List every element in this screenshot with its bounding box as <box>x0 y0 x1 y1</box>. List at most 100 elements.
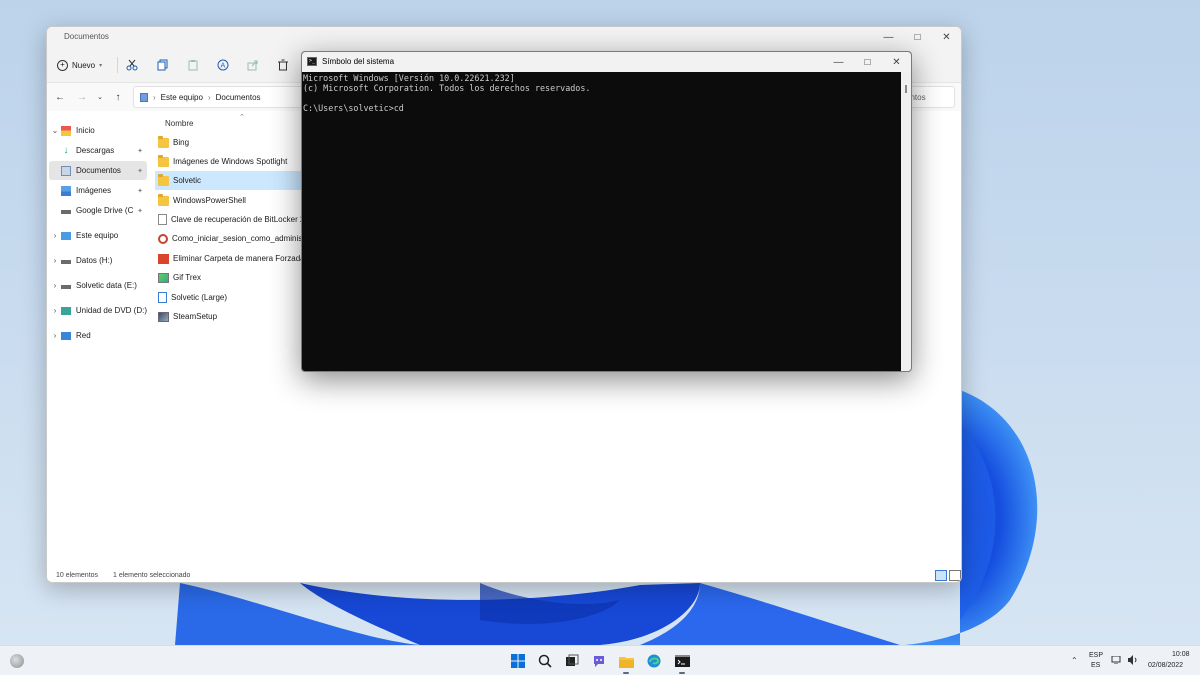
nav-item-este-equipo[interactable]: › Este equipo <box>49 226 147 245</box>
nav-label: Este equipo <box>76 231 119 240</box>
breadcrumb-separator: › <box>207 92 211 102</box>
pdf-file-icon <box>158 253 169 264</box>
nav-item-descargas[interactable]: ↓ Descargas ✦ <box>49 141 147 160</box>
nav-label: Documentos <box>76 166 121 175</box>
edge-icon[interactable] <box>645 652 663 670</box>
nav-item-documentos[interactable]: Documentos ✦ <box>49 161 147 180</box>
chevron-right-icon[interactable]: › <box>49 231 61 240</box>
file-name: WindowsPowerShell <box>173 196 246 205</box>
minimize-button[interactable]: — <box>824 52 853 72</box>
task-view-icon[interactable] <box>563 652 581 670</box>
file-name: Clave de recuperación de BitLocker 26A4 <box>171 215 319 224</box>
start-icon[interactable] <box>509 652 527 670</box>
language-indicator-top[interactable]: ESP <box>1089 652 1103 659</box>
up-arrow-icon[interactable]: ↑ <box>111 90 125 104</box>
nav-item-google-drive[interactable]: Google Drive (C ✦ <box>49 201 147 220</box>
status-selection: 1 elemento seleccionado <box>113 571 191 579</box>
column-header-nombre[interactable]: Nombre <box>165 119 193 128</box>
new-button-label: Nuevo <box>72 60 96 70</box>
chrome-file-icon <box>158 233 168 244</box>
navigation-pane: ⌄ Inicio ↓ Descargas ✦ Documentos ✦ Imág… <box>47 119 147 559</box>
nav-label: Inicio <box>76 126 95 135</box>
network-icon[interactable] <box>1111 655 1121 665</box>
tiles-view-icon[interactable] <box>949 570 961 581</box>
console-scrollbar[interactable] <box>901 72 911 371</box>
delete-icon[interactable] <box>275 57 291 73</box>
close-button[interactable]: ✕ <box>932 27 961 47</box>
nav-item-imagenes[interactable]: Imágenes ✦ <box>49 181 147 200</box>
nav-item-solvetic-data[interactable]: › Solvetic data (E:) <box>49 276 147 295</box>
chevron-right-icon[interactable]: › <box>49 306 61 315</box>
share-icon[interactable] <box>245 57 261 73</box>
chevron-right-icon[interactable]: › <box>49 331 61 340</box>
folder-icon <box>158 173 169 186</box>
new-button[interactable]: + Nuevo ▾ <box>57 57 102 73</box>
rename-icon[interactable]: A <box>215 57 231 73</box>
terminal-icon[interactable] <box>673 652 691 674</box>
sort-ascending-icon: ⌃ <box>239 114 245 121</box>
language-indicator-bottom[interactable]: ES <box>1091 662 1100 669</box>
disk-icon <box>61 284 71 289</box>
file-name: Gif Trex <box>173 273 202 282</box>
clock-time[interactable]: 10:08 <box>1172 651 1190 658</box>
folder-icon <box>158 154 169 167</box>
recent-chevron-icon[interactable]: ⌄ <box>93 90 107 104</box>
folder-icon <box>158 135 169 148</box>
chevron-down-icon[interactable]: ⌄ <box>49 126 61 135</box>
nav-item-red[interactable]: › Red <box>49 326 147 345</box>
scrollbar-thumb[interactable] <box>905 85 907 93</box>
explorer-title: Documentos <box>64 32 109 41</box>
chevron-up-icon[interactable]: ⌃ <box>1071 656 1078 665</box>
plus-icon: + <box>57 59 68 71</box>
back-arrow-icon[interactable]: ← <box>53 90 67 104</box>
console-output[interactable]: Microsoft Windows [Versión 10.0.22621.23… <box>302 72 902 371</box>
file-explorer-icon[interactable] <box>617 652 635 674</box>
console-prompt-line: C:\Users\solvetic>cd <box>303 103 404 113</box>
pin-icon: ✦ <box>137 187 143 195</box>
chat-icon[interactable] <box>590 652 608 670</box>
explorer-titlebar[interactable]: Documentos — □ ✕ <box>47 27 961 47</box>
close-button[interactable]: ✕ <box>882 52 911 72</box>
clock-date[interactable]: 02/08/2022 <box>1148 662 1183 669</box>
setup-file-icon <box>158 311 169 322</box>
console-line: Microsoft Windows [Versión 10.0.22621.23… <box>303 73 515 83</box>
folder-icon <box>158 193 169 206</box>
cmd-titlebar[interactable]: >_ Símbolo del sistema — □ ✕ <box>302 52 911 72</box>
search-icon[interactable] <box>536 652 554 670</box>
copy-icon[interactable] <box>155 57 171 73</box>
chevron-right-icon[interactable]: › <box>49 281 61 290</box>
volume-icon[interactable] <box>1127 655 1139 665</box>
nav-label: Imágenes <box>76 186 112 195</box>
maximize-button[interactable]: □ <box>853 52 882 72</box>
svg-text:A: A <box>221 62 226 70</box>
nav-label: Red <box>76 331 91 340</box>
nav-item-datos[interactable]: › Datos (H:) <box>49 251 147 270</box>
pin-icon: ✦ <box>137 147 143 155</box>
file-name: Eliminar Carpeta de manera Forzada Win <box>173 254 321 263</box>
breadcrumb-este-equipo[interactable]: Este equipo <box>161 93 203 102</box>
computer-icon <box>140 92 148 102</box>
breadcrumb-separator: › <box>153 92 156 102</box>
nav-label: Descargas <box>76 146 115 155</box>
cmd-title: Símbolo del sistema <box>322 57 395 66</box>
nav-item-dvd[interactable]: › Unidad de DVD (D:) <box>49 301 147 320</box>
network-icon <box>61 331 71 340</box>
maximize-button[interactable]: □ <box>903 27 932 47</box>
taskbar: ⌃ ESP ES 10:08 02/08/2022 <box>0 645 1200 675</box>
paste-icon[interactable] <box>185 57 201 73</box>
nav-label: Datos (H:) <box>76 256 113 265</box>
command-prompt-window[interactable]: >_ Símbolo del sistema — □ ✕ Microsoft W… <box>301 51 912 372</box>
file-name: Solvetic <box>173 176 202 185</box>
minimize-button[interactable]: — <box>874 27 903 47</box>
file-name: Imágenes de Windows Spotlight <box>173 157 288 166</box>
cut-icon[interactable] <box>124 57 140 73</box>
nav-label: Google Drive (C <box>76 206 134 215</box>
breadcrumb-documentos[interactable]: Documentos <box>216 93 261 102</box>
nav-item-inicio[interactable]: ⌄ Inicio <box>49 121 147 140</box>
chevron-right-icon[interactable]: › <box>49 256 61 265</box>
file-name: Solvetic (Large) <box>171 293 228 302</box>
widgets-icon[interactable] <box>10 654 24 668</box>
details-view-icon[interactable] <box>935 570 947 581</box>
dvd-icon <box>60 306 71 315</box>
forward-arrow-icon[interactable]: → <box>75 90 89 104</box>
